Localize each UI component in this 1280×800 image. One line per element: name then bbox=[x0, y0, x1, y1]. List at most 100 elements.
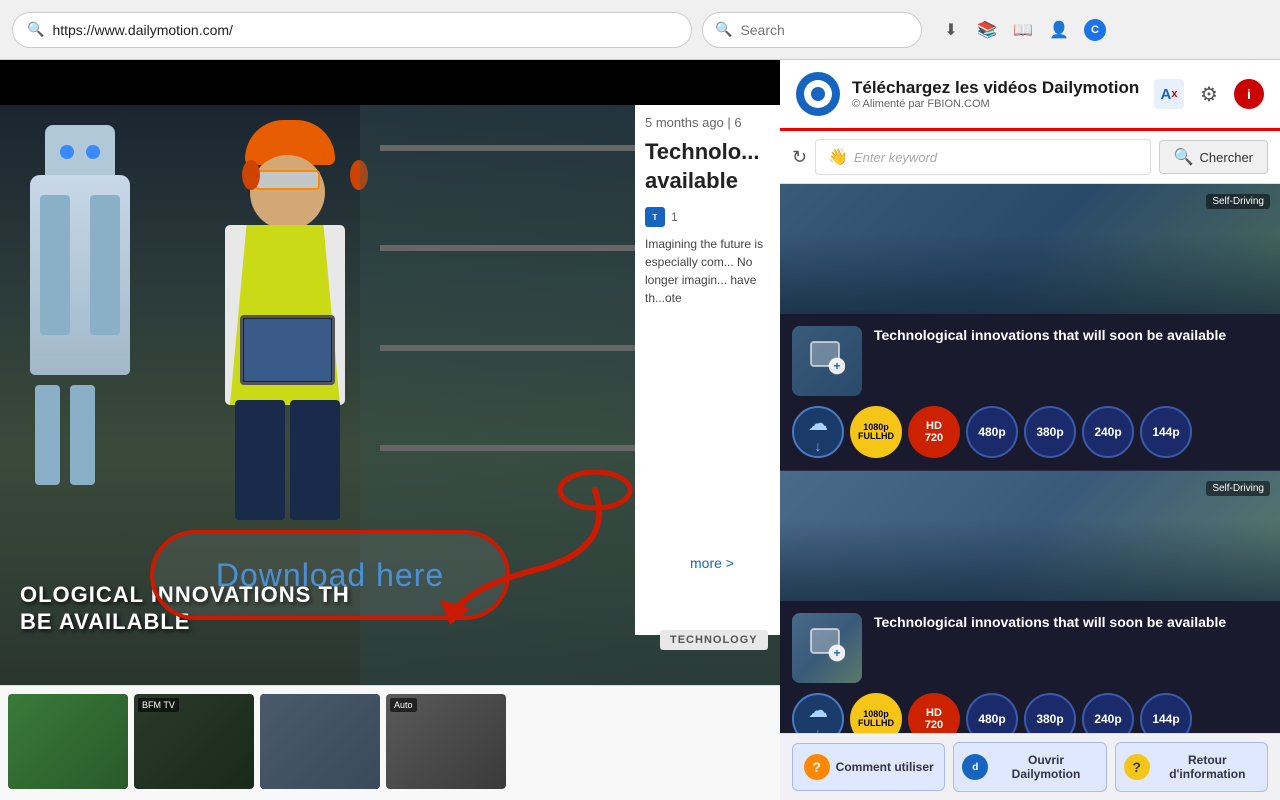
info-button[interactable]: ? Retour d'information bbox=[1115, 742, 1268, 792]
380p-label: 380p bbox=[1036, 425, 1063, 439]
plugin-logo-inner bbox=[804, 80, 832, 108]
main-content: OLOGICAL INNOVATIONS TH BE AVAILABLE Dow… bbox=[0, 60, 1280, 800]
open-dailymotion-button[interactable]: d Ouvrir Dailymotion bbox=[953, 742, 1106, 792]
bookmarks-icon[interactable]: 📚 bbox=[976, 19, 998, 41]
browser-search-bar[interactable]: 🔍 bbox=[702, 12, 922, 48]
info-icon[interactable]: i bbox=[1234, 79, 1264, 109]
plugin-logo bbox=[796, 72, 840, 116]
result-2-thumbnail: + bbox=[792, 613, 862, 683]
address-search-icon: 🔍 bbox=[27, 21, 44, 38]
thumb-4[interactable]: Auto bbox=[386, 694, 506, 789]
cloud-icon-2: ☁ bbox=[808, 698, 828, 723]
self-driving-label-2: Self-Driving bbox=[1206, 481, 1270, 496]
thumb-1[interactable] bbox=[8, 694, 128, 789]
svg-text:+: + bbox=[833, 359, 840, 373]
browser-chrome: 🔍 https://www.dailymotion.com/ 🔍 ⬇ 📚 📖 👤… bbox=[0, 0, 1280, 60]
quality-240p-btn-1[interactable]: 240p bbox=[1082, 406, 1134, 458]
plugin-subtitle: © Alimenté par FBION.COM bbox=[852, 98, 1142, 110]
robot-body bbox=[30, 175, 130, 375]
keyword-input-wrapper[interactable]: 👋 Enter keyword bbox=[815, 139, 1151, 175]
video-thumb-icon: + bbox=[809, 340, 845, 383]
info-footer-icon: ? bbox=[1124, 754, 1150, 780]
keyword-placeholder: Enter keyword bbox=[854, 150, 937, 165]
result-2-title: Technological innovations that will soon… bbox=[874, 613, 1268, 631]
quality-240p-btn-2[interactable]: 240p bbox=[1082, 693, 1134, 733]
quality-1080p-btn-2[interactable]: 1080p FULLHD bbox=[850, 693, 902, 733]
result-1-quality-buttons: ☁ ↓ 1080p FULLHD HD 720 480p bbox=[792, 406, 1268, 458]
download-ellipse: Download here bbox=[150, 530, 510, 620]
cloud-arrow-2: ↓ bbox=[815, 725, 822, 734]
result-1-info: Technological innovations that will soon… bbox=[874, 326, 1268, 396]
info-label: Retour d'information bbox=[1156, 753, 1259, 781]
download-annotation: Download here bbox=[140, 525, 520, 625]
extension-icon[interactable]: C bbox=[1084, 19, 1106, 41]
thumb-4-label: Auto bbox=[390, 698, 417, 712]
quality-480p-btn-2[interactable]: 480p bbox=[966, 693, 1018, 733]
cloud-download-btn-1[interactable]: ☁ ↓ bbox=[792, 406, 844, 458]
bottom-thumbnails: BFM TV Auto bbox=[0, 685, 780, 800]
download-text: Download here bbox=[216, 557, 444, 594]
search-btn-label: Chercher bbox=[1200, 150, 1253, 165]
how-to-use-icon: ? bbox=[804, 754, 830, 780]
self-driving-label: Self-Driving bbox=[1206, 194, 1270, 209]
result-item-1: + Technological innovations that will so… bbox=[780, 314, 1280, 471]
search-input[interactable] bbox=[740, 22, 870, 38]
quality-hd720-btn-1[interactable]: HD 720 bbox=[908, 406, 960, 458]
result-2-info: Technological innovations that will soon… bbox=[874, 613, 1268, 683]
open-dm-label: Ouvrir Dailymotion bbox=[994, 753, 1097, 781]
quality-380p-btn-1[interactable]: 380p bbox=[1024, 406, 1076, 458]
result-2-top: + Technological innovations that will so… bbox=[792, 613, 1268, 683]
result-1-top: + Technological innovations that will so… bbox=[792, 326, 1268, 396]
download-icon[interactable]: ⬇ bbox=[940, 19, 962, 41]
dailymotion-page: OLOGICAL INNOVATIONS TH BE AVAILABLE Dow… bbox=[0, 60, 780, 800]
refresh-icon[interactable]: ↻ bbox=[792, 147, 807, 168]
car-preview-top: Self-Driving bbox=[780, 184, 1280, 314]
result-1-thumbnail: + bbox=[792, 326, 862, 396]
cloud-download-btn-2[interactable]: ☁ ↓ bbox=[792, 693, 844, 733]
article-body: Imagining the future is especially com..… bbox=[645, 235, 770, 307]
wave-emoji: 👋 bbox=[828, 147, 848, 167]
svg-text:+: + bbox=[833, 646, 840, 660]
quality-144p-btn-2[interactable]: 144p bbox=[1140, 693, 1192, 733]
more-button[interactable]: more > bbox=[690, 555, 734, 571]
cloud-icon: ☁ bbox=[808, 411, 828, 436]
plugin-results: Self-Driving + bbox=[780, 184, 1280, 733]
settings-gear-icon[interactable]: ⚙ bbox=[1194, 79, 1224, 109]
cloud-arrow: ↓ bbox=[815, 438, 822, 454]
thumb-3[interactable] bbox=[260, 694, 380, 789]
car-preview-bottom: Self-Driving bbox=[780, 471, 1280, 601]
plugin-title: Téléchargez les vidéos Dailymotion bbox=[852, 78, 1142, 98]
hd720-label-top: HD bbox=[926, 420, 942, 432]
dm-top-bar bbox=[0, 60, 780, 105]
search-btn-icon: 🔍 bbox=[1174, 147, 1194, 167]
quality-144p-btn-1[interactable]: 144p bbox=[1140, 406, 1192, 458]
article-title: Technolo... available bbox=[645, 138, 770, 195]
technology-tag[interactable]: TECHNOLOGY bbox=[660, 630, 768, 650]
thumb-2[interactable]: BFM TV bbox=[134, 694, 254, 789]
address-bar[interactable]: 🔍 https://www.dailymotion.com/ bbox=[12, 12, 692, 48]
profile-icon[interactable]: 👤 bbox=[1048, 19, 1070, 41]
plugin-header-icons: Ax ⚙ i bbox=[1154, 79, 1264, 109]
quality-380p-btn-2[interactable]: 380p bbox=[1024, 693, 1076, 733]
how-to-use-button[interactable]: ? Comment utiliser bbox=[792, 743, 945, 791]
open-dm-icon: d bbox=[962, 754, 988, 780]
result-1-title: Technological innovations that will soon… bbox=[874, 326, 1268, 344]
how-to-use-label: Comment utiliser bbox=[836, 760, 934, 774]
chercher-button[interactable]: 🔍 Chercher bbox=[1159, 140, 1268, 174]
quality-1080p-btn-1[interactable]: 1080p FULLHD bbox=[850, 406, 902, 458]
quality-480p-btn-1[interactable]: 480p bbox=[966, 406, 1018, 458]
result-2-quality-buttons: ☁ ↓ 1080p FULLHD HD 720 480p bbox=[792, 693, 1268, 733]
translate-icon[interactable]: Ax bbox=[1154, 79, 1184, 109]
article-meta: 5 months ago | 6 bbox=[645, 115, 770, 130]
search-magnify-icon: 🔍 bbox=[715, 21, 732, 38]
robot-eye-right bbox=[86, 145, 100, 159]
240p-label: 240p bbox=[1094, 425, 1121, 439]
plugin-header: Téléchargez les vidéos Dailymotion © Ali… bbox=[780, 60, 1280, 131]
quality-hd720-btn-2[interactable]: HD 720 bbox=[908, 693, 960, 733]
browser-toolbar-icons: ⬇ 📚 📖 👤 C bbox=[940, 19, 1106, 41]
video-thumb-icon-2: + bbox=[809, 627, 845, 670]
reader-icon[interactable]: 📖 bbox=[1012, 19, 1034, 41]
plugin-search-bar: ↻ 👋 Enter keyword 🔍 Chercher bbox=[780, 131, 1280, 184]
hd720-label-bottom: 720 bbox=[925, 432, 943, 444]
plugin-logo-dot bbox=[811, 87, 825, 101]
